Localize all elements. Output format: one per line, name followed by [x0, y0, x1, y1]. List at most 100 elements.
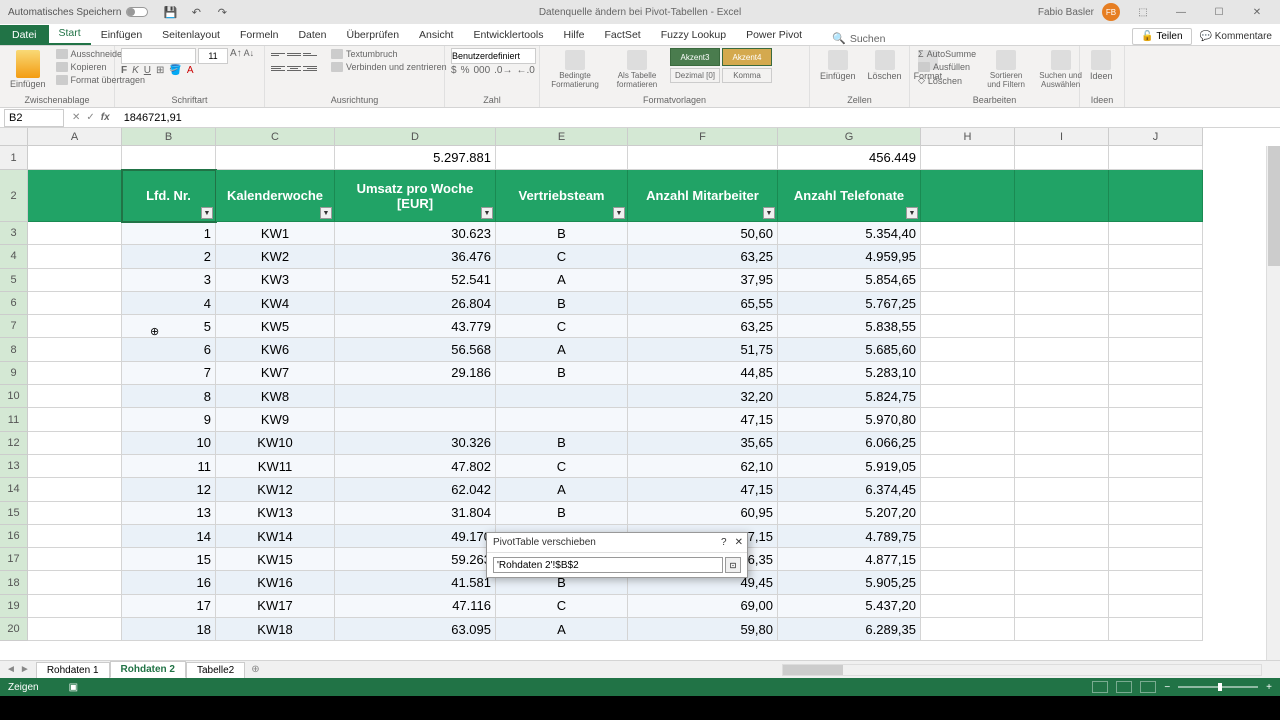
- cell[interactable]: [1015, 502, 1109, 525]
- insert-cells-button[interactable]: Einfügen: [816, 48, 860, 83]
- border-button[interactable]: ⊞: [156, 65, 164, 76]
- cell[interactable]: [1015, 548, 1109, 571]
- filter-icon[interactable]: ▼: [613, 207, 625, 219]
- cell[interactable]: 31.804: [335, 502, 496, 525]
- cell[interactable]: [28, 618, 122, 641]
- cell[interactable]: [1015, 315, 1109, 338]
- cell[interactable]: [1109, 455, 1203, 478]
- percent-icon[interactable]: %: [461, 65, 470, 76]
- fill-color-button[interactable]: 🪣: [169, 65, 181, 76]
- cell[interactable]: C: [496, 595, 628, 618]
- record-macro-icon[interactable]: ▣: [69, 682, 78, 693]
- close-icon[interactable]: ✕: [1242, 3, 1272, 21]
- header-cell[interactable]: Vertriebsteam▼: [496, 170, 628, 222]
- cell[interactable]: 9: [122, 408, 216, 431]
- row-header-12[interactable]: 12: [0, 432, 28, 455]
- cell[interactable]: [1015, 362, 1109, 385]
- sheet-nav-prev-icon[interactable]: ◄: [6, 664, 16, 675]
- align-bottom[interactable]: [303, 48, 317, 60]
- formula-input[interactable]: 1846721,91: [118, 112, 1280, 124]
- cell[interactable]: [1109, 362, 1203, 385]
- shrink-font-icon[interactable]: A↓: [244, 48, 255, 64]
- cell[interactable]: KW7: [216, 362, 335, 385]
- col-header-A[interactable]: A: [28, 128, 122, 146]
- cell[interactable]: [28, 525, 122, 548]
- cell[interactable]: [1015, 292, 1109, 315]
- cell[interactable]: [921, 455, 1015, 478]
- cell[interactable]: [28, 478, 122, 501]
- cell[interactable]: [28, 338, 122, 361]
- delete-cells-button[interactable]: Löschen: [864, 48, 906, 83]
- cell[interactable]: 7: [122, 362, 216, 385]
- sheet-tab-rohdaten2[interactable]: Rohdaten 2: [110, 661, 186, 678]
- minimize-icon[interactable]: —: [1166, 3, 1196, 21]
- tab-seitenlayout[interactable]: Seitenlayout: [152, 25, 230, 45]
- cell[interactable]: KW5: [216, 315, 335, 338]
- row-header-10[interactable]: 10: [0, 385, 28, 408]
- cell[interactable]: 16: [122, 571, 216, 594]
- cell[interactable]: 63,25: [628, 315, 778, 338]
- cell[interactable]: 65,55: [628, 292, 778, 315]
- cell[interactable]: KW4: [216, 292, 335, 315]
- cell[interactable]: [28, 408, 122, 431]
- cell[interactable]: [335, 408, 496, 431]
- cell[interactable]: 3: [122, 269, 216, 292]
- cell[interactable]: KW11: [216, 455, 335, 478]
- dec-decimal-icon[interactable]: ←.0: [517, 65, 535, 76]
- style-akzent3[interactable]: Akzent3: [670, 48, 720, 66]
- cell[interactable]: 6.289,35: [778, 618, 921, 641]
- merge-button[interactable]: Verbinden und zentrieren: [329, 61, 449, 73]
- col-header-D[interactable]: D: [335, 128, 496, 146]
- cell[interactable]: [1109, 525, 1203, 548]
- cell[interactable]: [921, 315, 1015, 338]
- cell[interactable]: [1015, 245, 1109, 268]
- cell[interactable]: 4: [122, 292, 216, 315]
- cell[interactable]: 35,65: [628, 432, 778, 455]
- maximize-icon[interactable]: ☐: [1204, 3, 1234, 21]
- currency-icon[interactable]: $: [451, 65, 457, 76]
- comma-icon[interactable]: 000: [473, 65, 490, 76]
- cell[interactable]: A: [496, 338, 628, 361]
- cell[interactable]: [921, 618, 1015, 641]
- cell[interactable]: [28, 595, 122, 618]
- format-as-table-button[interactable]: Als Tabelle formatieren: [608, 48, 666, 91]
- tab-factset[interactable]: FactSet: [595, 25, 651, 45]
- cell[interactable]: 62,10: [628, 455, 778, 478]
- fill-button[interactable]: Ausfüllen: [916, 61, 978, 73]
- collapse-dialog-icon[interactable]: ⊡: [725, 557, 741, 573]
- cell[interactable]: 32,20: [628, 385, 778, 408]
- col-header-B[interactable]: B: [122, 128, 216, 146]
- cell[interactable]: [1015, 170, 1109, 222]
- header-cell[interactable]: Kalenderwoche▼: [216, 170, 335, 222]
- font-size-select[interactable]: [198, 48, 228, 64]
- cell[interactable]: [1015, 571, 1109, 594]
- conditional-format-button[interactable]: Bedingte Formatierung: [546, 48, 604, 91]
- align-center[interactable]: [287, 62, 301, 74]
- cell[interactable]: 1: [122, 222, 216, 245]
- redo-icon[interactable]: ↷: [215, 5, 229, 19]
- row-header-17[interactable]: 17: [0, 548, 28, 571]
- horizontal-scrollbar[interactable]: [782, 664, 1262, 676]
- cell[interactable]: [1015, 222, 1109, 245]
- spreadsheet-grid[interactable]: ABCDEFGHIJ 12345678910111213141516171819…: [0, 128, 1280, 660]
- sort-filter-button[interactable]: Sortieren und Filtern: [982, 48, 1030, 91]
- cell[interactable]: [1015, 385, 1109, 408]
- cell[interactable]: B: [496, 222, 628, 245]
- cell[interactable]: 49.170: [335, 525, 496, 548]
- cell[interactable]: [1109, 408, 1203, 431]
- comments-button[interactable]: 💬 Kommentare: [1200, 31, 1272, 42]
- cell[interactable]: KW3: [216, 269, 335, 292]
- cell[interactable]: [28, 269, 122, 292]
- zoom-slider[interactable]: [1178, 686, 1258, 688]
- tab-formeln[interactable]: Formeln: [230, 25, 289, 45]
- cell[interactable]: KW16: [216, 571, 335, 594]
- col-header-H[interactable]: H: [921, 128, 1015, 146]
- cell[interactable]: B: [496, 432, 628, 455]
- cell[interactable]: 47,15: [628, 478, 778, 501]
- name-box[interactable]: B2: [4, 109, 64, 127]
- cell[interactable]: 5.919,05: [778, 455, 921, 478]
- cell[interactable]: KW17: [216, 595, 335, 618]
- cell[interactable]: [1109, 269, 1203, 292]
- cell[interactable]: 5.824,75: [778, 385, 921, 408]
- row-header-7[interactable]: 7: [0, 315, 28, 338]
